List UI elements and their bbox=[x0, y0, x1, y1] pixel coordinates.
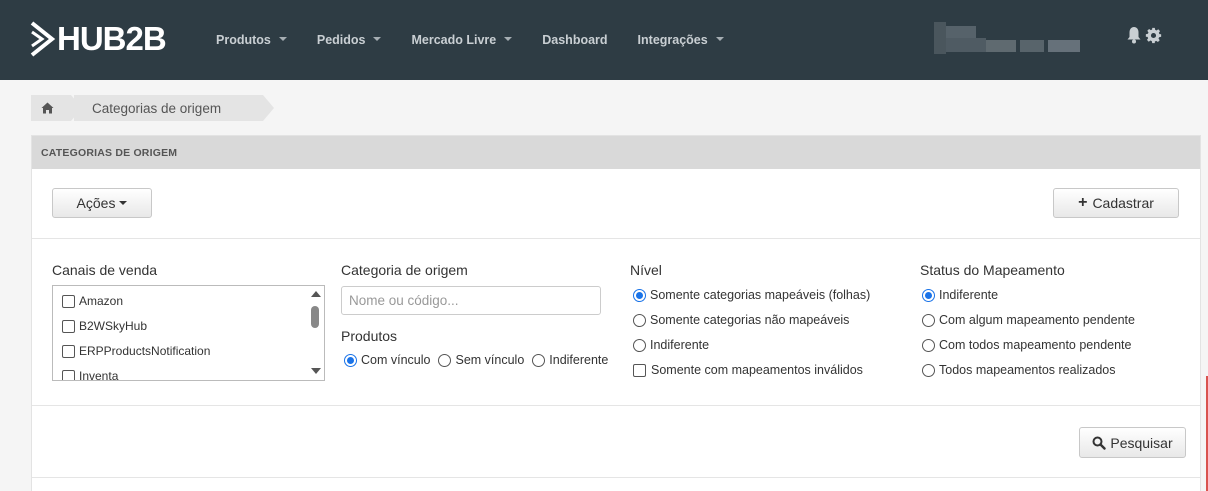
checkbox[interactable] bbox=[62, 294, 75, 308]
categories-panel: CATEGORIAS DE ORIGEM Ações + Cadastrar Ca… bbox=[31, 135, 1201, 491]
channels-title: Canais de venda bbox=[52, 262, 158, 278]
checkbox[interactable] bbox=[62, 344, 75, 358]
radio-button[interactable] bbox=[922, 338, 935, 352]
search-icon bbox=[1092, 436, 1107, 450]
bell-icon[interactable] bbox=[1126, 26, 1142, 44]
mapping-status-option[interactable]: Com algum mapeamento pendente bbox=[922, 313, 1135, 327]
divider bbox=[32, 238, 1200, 239]
checkbox-label: Somente com mapeamentos inválidos bbox=[651, 363, 863, 377]
list-item-label: B2WSkyHub bbox=[79, 319, 148, 333]
radio-button[interactable] bbox=[633, 313, 646, 327]
breadcrumb-home[interactable] bbox=[31, 95, 82, 121]
products-title: Produtos bbox=[341, 328, 398, 344]
list-item-label: Amazon bbox=[79, 294, 124, 308]
radio-label: Todos mapeamentos realizados bbox=[939, 363, 1116, 377]
list-item-label: ERPProductsNotification bbox=[79, 344, 211, 358]
mapping-status-option[interactable]: Com todos mapeamento pendente bbox=[922, 338, 1132, 352]
level-option[interactable]: Indiferente bbox=[633, 338, 709, 352]
home-icon bbox=[41, 102, 54, 114]
nav-dashboard[interactable]: Dashboard bbox=[542, 33, 607, 47]
brand-logo[interactable]: HUB2B bbox=[30, 19, 167, 59]
nav-integracoes[interactable]: Integrações bbox=[638, 33, 724, 47]
register-button[interactable]: + Cadastrar bbox=[1053, 188, 1179, 218]
nav-integracoes-label: Integrações bbox=[637, 33, 708, 47]
radio-indiferente[interactable] bbox=[532, 353, 546, 367]
mapping-status-title: Status do Mapeamento bbox=[920, 262, 1065, 278]
category-title: Categoria de origem bbox=[341, 262, 468, 278]
invalid-mappings-option[interactable]: Somente com mapeamentos inválidos bbox=[633, 363, 863, 377]
level-option[interactable]: Somente categorias mapeáveis (folhas) bbox=[633, 288, 870, 302]
logo-chevron-icon bbox=[30, 21, 56, 57]
breadcrumb: Categorias de origem bbox=[31, 95, 274, 121]
radio-label: Indiferente bbox=[939, 288, 999, 302]
divider bbox=[32, 405, 1200, 406]
divider bbox=[32, 477, 1200, 478]
level-title: Nível bbox=[630, 262, 662, 278]
scroll-up-icon[interactable] bbox=[311, 291, 321, 297]
scroll-thumb[interactable] bbox=[311, 306, 319, 328]
mapping-status-option[interactable]: Indiferente bbox=[922, 288, 998, 302]
checkbox[interactable] bbox=[62, 369, 75, 380]
actions-dropdown-button[interactable]: Ações bbox=[52, 188, 152, 218]
radio-label: Com vínculo bbox=[361, 353, 431, 367]
nav-produtos-label: Produtos bbox=[216, 33, 271, 47]
radio-sem-vinculo[interactable] bbox=[438, 353, 452, 367]
listbox-scrollbar[interactable] bbox=[307, 286, 324, 380]
list-item[interactable]: Amazon bbox=[62, 294, 123, 308]
radio-button[interactable] bbox=[922, 288, 935, 302]
checkbox[interactable] bbox=[633, 363, 646, 377]
search-label: Pesquisar bbox=[1110, 434, 1173, 451]
mapping-status-option[interactable]: Todos mapeamentos realizados bbox=[922, 363, 1116, 377]
radio-label: Sem vínculo bbox=[455, 353, 525, 367]
list-item[interactable]: Inventa bbox=[62, 369, 119, 381]
breadcrumb-current: Categorias de origem bbox=[74, 95, 274, 121]
radio-label: Indiferente bbox=[650, 338, 710, 352]
caret-down-icon bbox=[373, 36, 382, 41]
radio-label: Com todos mapeamento pendente bbox=[939, 338, 1132, 352]
panel-title: CATEGORIAS DE ORIGEM bbox=[41, 146, 178, 159]
caret-down-icon bbox=[715, 36, 724, 41]
list-item-label: Inventa bbox=[79, 369, 119, 381]
radio-button[interactable] bbox=[633, 288, 646, 302]
caret-down-icon bbox=[504, 36, 513, 41]
caret-down-icon bbox=[278, 36, 287, 41]
nav-mercado-livre[interactable]: Mercado Livre bbox=[411, 33, 513, 47]
radio-button[interactable] bbox=[922, 313, 935, 327]
gear-icon[interactable] bbox=[1145, 27, 1162, 44]
plus-icon: + bbox=[1078, 194, 1088, 211]
radio-label: Com algum mapeamento pendente bbox=[939, 313, 1135, 327]
caret-down-icon bbox=[119, 201, 128, 205]
radio-button[interactable] bbox=[922, 363, 935, 377]
actions-label: Ações bbox=[76, 195, 116, 211]
nav-icons bbox=[1126, 26, 1165, 44]
register-label: Cadastrar bbox=[1092, 195, 1154, 211]
brand-name: HUB2B bbox=[57, 20, 167, 57]
radio-label: Somente categorias mapeáveis (folhas) bbox=[650, 288, 871, 302]
panel-heading: CATEGORIAS DE ORIGEM bbox=[32, 136, 1200, 169]
scroll-down-icon[interactable] bbox=[311, 368, 321, 374]
nav-pedidos-label: Pedidos bbox=[316, 33, 366, 47]
user-name-redacted[interactable] bbox=[934, 22, 1106, 54]
nav-dashboard-label: Dashboard bbox=[542, 33, 608, 47]
products-radio-group: Com vínculo Sem vínculo Indiferente bbox=[344, 353, 608, 367]
breadcrumb-current-label: Categorias de origem bbox=[92, 100, 222, 116]
list-item[interactable]: B2WSkyHub bbox=[62, 319, 147, 333]
checkbox[interactable] bbox=[62, 319, 75, 333]
list-item[interactable]: ERPProductsNotification bbox=[62, 344, 210, 358]
nav-pedidos[interactable]: Pedidos bbox=[317, 33, 382, 47]
nav-produtos[interactable]: Produtos bbox=[216, 33, 287, 47]
radio-button[interactable] bbox=[633, 338, 646, 352]
category-search-input[interactable] bbox=[341, 286, 601, 315]
top-navbar: HUB2B Produtos Pedidos Mercado Livre Das… bbox=[0, 0, 1208, 80]
nav-mercado-livre-label: Mercado Livre bbox=[411, 33, 497, 47]
main-nav: Produtos Pedidos Mercado Livre Dashboard… bbox=[216, 0, 754, 80]
radio-com-vinculo[interactable] bbox=[344, 353, 357, 367]
level-option[interactable]: Somente categorias não mapeáveis bbox=[633, 313, 849, 327]
radio-label: Indiferente bbox=[549, 353, 609, 367]
radio-label: Somente categorias não mapeáveis bbox=[650, 313, 850, 327]
channels-listbox[interactable]: Amazon B2WSkyHub ERPProductsNotification… bbox=[52, 285, 325, 381]
search-button[interactable]: Pesquisar bbox=[1079, 427, 1186, 458]
